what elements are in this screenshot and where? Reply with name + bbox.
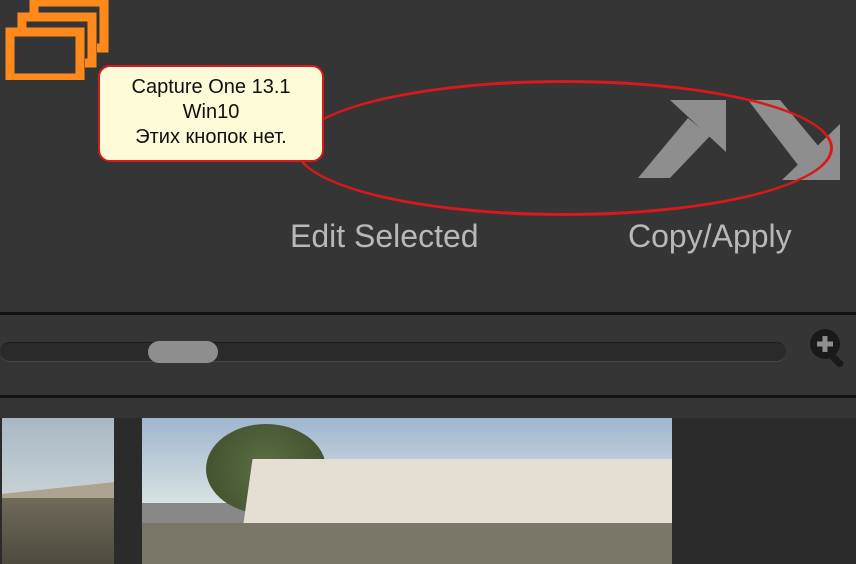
copy-apply-label: Copy/Apply [628, 218, 792, 255]
annotation-line-2: Win10 [106, 100, 316, 125]
copy-apply-arrows-icon [630, 100, 840, 180]
zoom-in-button[interactable] [806, 325, 851, 370]
slider-thumb[interactable] [148, 341, 218, 363]
magnifier-plus-icon [806, 325, 851, 370]
annotation-note: Capture One 13.1 Win10 Этих кнопок нет. [98, 65, 324, 162]
arrow-up-right-icon [638, 100, 726, 178]
annotation-line-3: Этих кнопок нет. [106, 125, 316, 150]
thumbnail-size-slider[interactable] [0, 342, 786, 362]
arrow-down-right-icon [748, 100, 840, 180]
thumbnail-strip [0, 418, 856, 564]
thumbnail-size-bar [0, 312, 856, 398]
thumbnail[interactable] [2, 418, 114, 564]
thumbnail[interactable] [142, 418, 672, 564]
edit-selected-label: Edit Selected [290, 218, 479, 255]
toolbar: Edit Selected Copy/Apply Capture One 13.… [0, 0, 856, 300]
copy-apply-button[interactable] [630, 100, 840, 175]
annotation-line-1: Capture One 13.1 [106, 75, 316, 100]
